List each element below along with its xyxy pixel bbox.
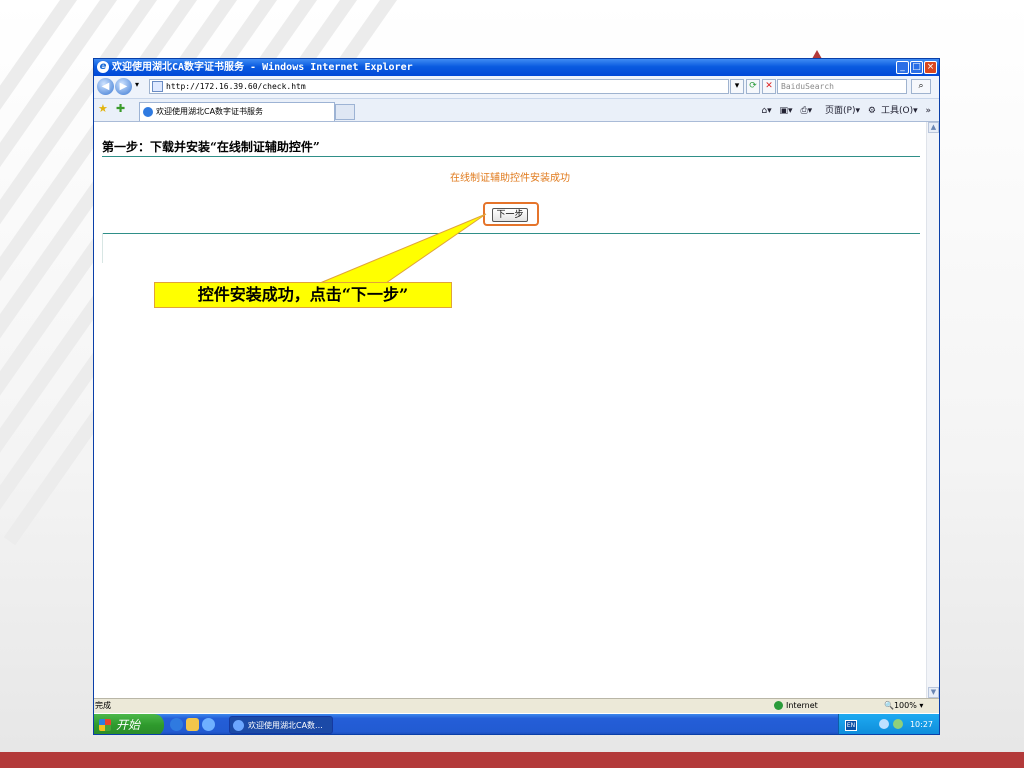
zone-label: Internet (786, 701, 818, 710)
quicklaunch-folder-icon[interactable] (186, 718, 199, 731)
security-tray-icon[interactable] (893, 719, 903, 729)
address-bar: ◀ ▶ ▾ http://172.16.39.60/check.htm ▾ ⟳ … (94, 76, 939, 99)
toolbar-overflow-icon[interactable]: » (925, 106, 931, 116)
add-favorites-icon[interactable]: ✚ (116, 102, 125, 115)
tab-bar: ★ ✚ 欢迎使用湖北CA数字证书服务 ⌂▾ ▣▾ ⎙▾ 页面(P)▾ ⚙ 工具(O… (94, 99, 939, 122)
zoom-level: 100% (893, 701, 917, 710)
refresh-icon[interactable]: ⟳ (746, 79, 760, 94)
start-button[interactable]: 开始 (94, 714, 164, 734)
back-button[interactable]: ◀ (97, 78, 114, 95)
network-tray-icon[interactable] (879, 719, 889, 729)
favorites-star-icon[interactable]: ★ (98, 102, 108, 115)
zoom-control[interactable]: 🔍100% ▾ (884, 699, 923, 713)
taskbar: 开始 欢迎使用湖北CA数... EN 10:27 (94, 714, 939, 734)
system-tray: EN 10:27 (838, 714, 939, 734)
url-input[interactable]: http://172.16.39.60/check.htm (149, 79, 729, 94)
home-icon[interactable]: ⌂▾ (761, 106, 771, 116)
security-zone: Internet (774, 699, 818, 713)
tab-ie-icon (143, 107, 153, 117)
status-bar: 完成 Internet 🔍100% ▾ (94, 698, 939, 713)
page-menu-label: 页面(P) (825, 106, 856, 116)
address-dropdown-icon[interactable]: ▾ (730, 79, 744, 94)
print-icon[interactable]: ⎙▾ (800, 106, 812, 116)
vertical-scrollbar[interactable]: ▲ ▼ (926, 122, 939, 698)
quicklaunch-ie-icon[interactable] (170, 718, 183, 731)
step-title: 第一步：下载并安装“在线制证辅助控件” (102, 140, 320, 154)
page-icon (152, 81, 163, 92)
tools-menu[interactable]: ⚙ 工具(O)▾ (868, 106, 918, 116)
language-indicator[interactable]: EN (845, 720, 857, 731)
forward-button[interactable]: ▶ (115, 78, 132, 95)
taskbar-ie-icon (233, 720, 244, 731)
ie-icon: e (97, 61, 109, 73)
content-left-border (102, 233, 103, 263)
tab-current[interactable]: 欢迎使用湖北CA数字证书服务 (139, 102, 335, 121)
status-text: 完成 (95, 701, 111, 710)
tab-label: 欢迎使用湖北CA数字证书服务 (156, 107, 264, 116)
window-title: 欢迎使用湖北CA数字证书服务 - Windows Internet Explor… (112, 62, 413, 73)
url-text: http://172.16.39.60/check.htm (166, 82, 306, 91)
title-bar: e 欢迎使用湖北CA数字证书服务 - Windows Internet Expl… (94, 59, 939, 76)
clock: 10:27 (909, 720, 933, 729)
tools-menu-label: 工具(O) (880, 106, 914, 116)
maximize-button[interactable]: □ (910, 61, 923, 74)
quicklaunch-media-icon[interactable] (202, 718, 215, 731)
browser-window: e 欢迎使用湖北CA数字证书服务 - Windows Internet Expl… (93, 58, 940, 735)
feeds-icon[interactable]: ▣▾ (780, 106, 793, 116)
search-input[interactable]: BaiduSearch (777, 79, 907, 94)
command-bar: ⌂▾ ▣▾ ⎙▾ 页面(P)▾ ⚙ 工具(O)▾ » (756, 103, 931, 116)
scroll-down-arrow[interactable]: ▼ (928, 687, 939, 698)
scroll-up-arrow[interactable]: ▲ (928, 122, 939, 133)
slide-bottom-bar (0, 752, 1024, 768)
next-button-highlight: 下一步 (483, 202, 539, 226)
search-icon[interactable]: ⌕ (911, 79, 931, 94)
taskbar-window-button[interactable]: 欢迎使用湖北CA数... (229, 716, 333, 734)
start-label: 开始 (116, 718, 141, 732)
page-menu[interactable]: 页面(P)▾ (820, 106, 860, 116)
close-button[interactable]: × (924, 61, 937, 74)
stop-icon[interactable]: ✕ (762, 79, 776, 94)
divider-bottom (102, 233, 920, 234)
history-dropdown-icon[interactable]: ▾ (135, 80, 139, 89)
callout-box: 控件安装成功，点击“下一步” (154, 282, 452, 308)
next-button[interactable]: 下一步 (492, 208, 528, 222)
new-tab-button[interactable] (335, 104, 355, 120)
minimize-button[interactable]: _ (896, 61, 909, 74)
success-message: 在线制证辅助控件安装成功 (450, 173, 570, 184)
windows-logo-icon (99, 719, 111, 731)
page-content: 第一步：下载并安装“在线制证辅助控件” 在线制证辅助控件安装成功 下一步 (94, 122, 926, 698)
divider-top (102, 156, 920, 157)
taskbar-window-label: 欢迎使用湖北CA数... (248, 721, 323, 730)
globe-icon (774, 701, 783, 710)
